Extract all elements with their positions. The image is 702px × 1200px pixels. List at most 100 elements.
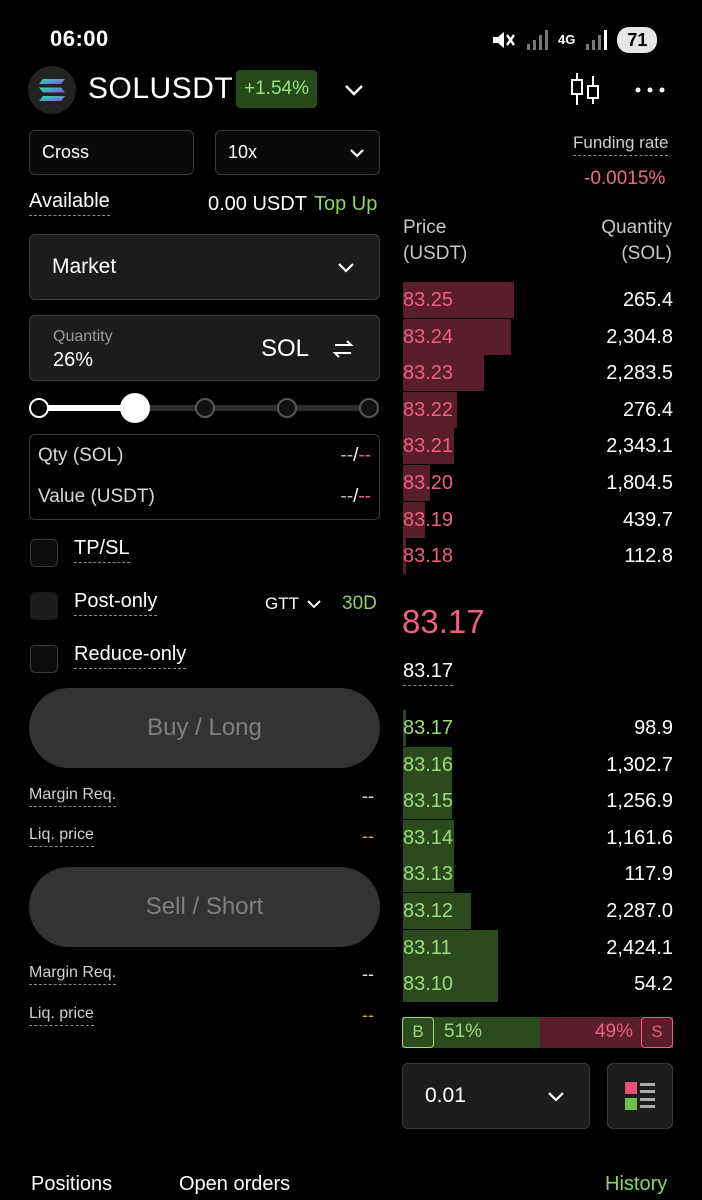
bid-row[interactable]: 83.14 1,161.6: [403, 819, 673, 856]
bid-price: 83.10: [403, 973, 454, 996]
ask-row[interactable]: 83.23 2,283.5: [403, 355, 673, 392]
ask-price: 83.20: [403, 472, 454, 494]
sell-short-button[interactable]: Sell / Short: [29, 867, 380, 947]
buy-liq-price-label[interactable]: Liq. price: [29, 826, 94, 847]
post-only-checkbox[interactable]: [30, 592, 58, 620]
ask-price: 83.19: [403, 508, 454, 531]
bid-price: 83.16: [403, 753, 454, 776]
ask-quantity: 265.4: [622, 289, 673, 311]
order-summary-box: Qty (SOL) --/-- Value (USDT) --/--: [29, 434, 380, 520]
ask-quantity: 2,343.1: [606, 435, 673, 458]
slider-handle[interactable]: [120, 393, 150, 423]
gtt-days[interactable]: 30D: [342, 593, 377, 615]
bid-quantity: 1,161.6: [606, 826, 673, 849]
bid-price: 83.13: [403, 863, 454, 886]
funding-rate-value: -0.0015%: [584, 168, 666, 189]
quantity-value: 26%: [53, 349, 94, 371]
orderbook-price-header: Price (USDT): [403, 217, 468, 264]
bid-price: 83.12: [403, 900, 454, 922]
sell-liq-price-label[interactable]: Liq. price: [29, 1005, 94, 1026]
available-label[interactable]: Available: [29, 190, 110, 216]
solana-logo-icon: [28, 66, 76, 114]
ask-price: 83.23: [403, 362, 454, 385]
tab-history[interactable]: History: [605, 1173, 667, 1196]
bid-quantity: 2,287.0: [606, 900, 673, 922]
swap-unit-icon[interactable]: [330, 336, 356, 362]
funding-rate-label[interactable]: Funding rate: [573, 133, 669, 156]
buy-margin-req-label[interactable]: Margin Req.: [29, 786, 117, 807]
gtt-label: GTT: [265, 594, 299, 613]
ask-price: 83.18: [403, 545, 454, 568]
reduce-only-label[interactable]: Reduce-only: [74, 643, 187, 669]
slider-stop-100[interactable]: [359, 398, 379, 418]
qty-sol-value: --/--: [340, 445, 371, 466]
sell-margin-req-label[interactable]: Margin Req.: [29, 964, 117, 985]
quantity-input[interactable]: Quantity 26% SOL: [29, 315, 380, 381]
bid-quantity: 98.9: [634, 717, 673, 739]
buy-long-button[interactable]: Buy / Long: [29, 688, 380, 768]
tab-positions[interactable]: Positions: [31, 1173, 112, 1196]
bid-row[interactable]: 83.15 1,256.9: [403, 783, 673, 820]
ask-price: 83.22: [403, 398, 454, 421]
status-icons: 4G 71: [490, 26, 658, 54]
orderbook-layout-icon: [625, 1082, 655, 1110]
bid-quantity: 1,302.7: [606, 753, 673, 776]
leverage-select[interactable]: 10x: [215, 130, 380, 175]
bid-row[interactable]: 83.10 54.2: [403, 966, 673, 1003]
mark-price[interactable]: 83.17: [403, 660, 454, 686]
bid-price: 83.15: [403, 790, 454, 813]
tpsl-label[interactable]: TP/SL: [74, 537, 130, 563]
sell-tag: S: [641, 1017, 673, 1048]
margin-mode-value: Cross: [42, 142, 90, 162]
signal-icon-2: [586, 30, 608, 50]
bid-price: 83.11: [403, 936, 452, 959]
chevron-down-icon[interactable]: [340, 76, 368, 104]
quantity-label: Quantity: [53, 328, 113, 345]
sell-ratio: 49%: [594, 1021, 633, 1042]
chevron-down-icon: [548, 1092, 564, 1102]
margin-mode-select[interactable]: Cross: [29, 130, 194, 175]
more-options-icon[interactable]: [630, 76, 670, 104]
quantity-slider[interactable]: [29, 393, 381, 423]
pair-name[interactable]: SOLUSDT: [88, 72, 233, 106]
ask-row[interactable]: 83.25 265.4: [403, 282, 673, 318]
order-type-select[interactable]: Market: [29, 234, 380, 300]
ask-quantity: 112.8: [624, 545, 673, 568]
bid-quantity: 54.2: [634, 973, 673, 996]
buy-sell-ratio-bar: B 51% 49% S: [402, 1017, 673, 1048]
ask-row[interactable]: 83.22 276.4: [403, 391, 673, 428]
quantity-unit[interactable]: SOL: [261, 335, 309, 363]
bid-quantity: 1,256.9: [606, 790, 673, 813]
ask-row[interactable]: 83.18 112.8: [403, 538, 673, 575]
slider-stop-50[interactable]: [195, 398, 215, 418]
gtt-select[interactable]: GTT: [265, 594, 323, 614]
slider-stop-0[interactable]: [29, 398, 49, 418]
ask-row[interactable]: 83.24 2,304.8: [403, 318, 673, 355]
candlestick-chart-icon[interactable]: [568, 70, 602, 108]
tpsl-checkbox[interactable]: [30, 539, 58, 567]
bid-row[interactable]: 83.12 2,287.0: [403, 893, 673, 929]
tick-size-value: 0.01: [425, 1084, 466, 1107]
ask-row[interactable]: 83.19 439.7: [403, 501, 673, 538]
orderbook-layout-button[interactable]: [607, 1063, 673, 1129]
ask-quantity: 2,283.5: [606, 362, 673, 385]
bid-row[interactable]: 83.13 117.9: [403, 856, 673, 893]
top-up-link[interactable]: Top Up: [314, 193, 377, 216]
reduce-only-checkbox[interactable]: [30, 645, 58, 673]
bid-row[interactable]: 83.16 1,302.7: [403, 746, 673, 783]
buy-tag: B: [402, 1017, 434, 1048]
value-usdt-value: --/--: [340, 486, 371, 507]
slider-stop-75[interactable]: [277, 398, 297, 418]
bid-price: 83.14: [403, 826, 454, 849]
tab-open-orders[interactable]: Open orders: [179, 1173, 290, 1196]
ask-row[interactable]: 83.20 1,804.5: [403, 465, 673, 501]
post-only-label[interactable]: Post-only: [74, 590, 158, 616]
ask-row[interactable]: 83.21 2,343.1: [403, 428, 673, 465]
orderbook-quantity-header: Quantity (SOL): [601, 217, 672, 264]
bid-row[interactable]: 83.11 2,424.1: [403, 929, 673, 966]
ask-quantity: 276.4: [622, 398, 673, 421]
battery-indicator: 71: [617, 27, 658, 53]
bid-row[interactable]: 83.17 98.9: [403, 710, 673, 746]
signal-icon: [527, 30, 548, 50]
tick-size-select[interactable]: 0.01: [402, 1063, 590, 1129]
